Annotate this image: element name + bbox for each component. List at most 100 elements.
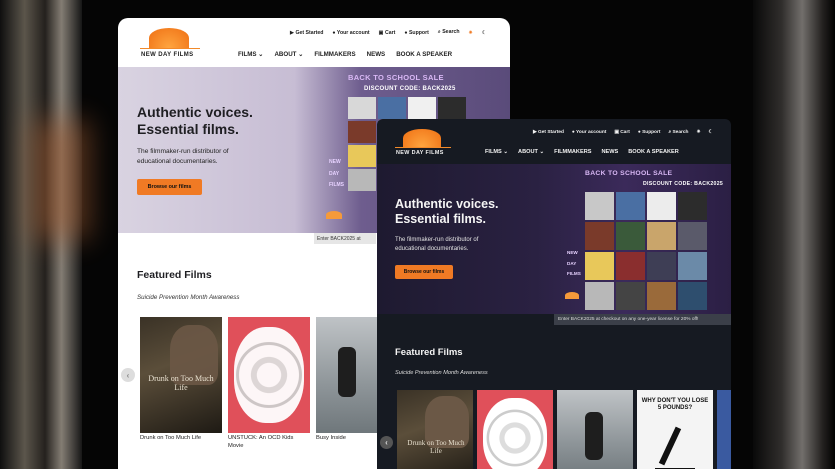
nav-filmmakers[interactable]: FILMMAKERS (554, 149, 591, 155)
browse-films-button[interactable]: Browse our films (395, 265, 453, 279)
logo-sun-icon (403, 129, 441, 147)
sale-poster (585, 252, 614, 280)
search-link[interactable]: ⌕ Search (668, 129, 688, 135)
logo-horizon (395, 147, 451, 148)
account-link[interactable]: ● Your account (572, 130, 606, 135)
search-label: Search (442, 29, 460, 35)
nav-about[interactable]: ABOUT ⌄ (518, 149, 544, 155)
account-link[interactable]: ● Your account (332, 30, 369, 36)
nav-about-label: ABOUT (518, 149, 538, 155)
nav-book-speaker[interactable]: BOOK A SPEAKER (396, 51, 452, 58)
film-title: Drunk on Too Much Life (140, 435, 202, 441)
sale-poster (585, 222, 614, 250)
featured-title: Featured Films (137, 269, 212, 281)
film-card[interactable]: Busy Inside (316, 317, 378, 447)
logo-sun-icon (149, 28, 189, 48)
sale-code: DISCOUNT CODE: BACK2025 (643, 181, 724, 187)
promo-strip: Enter BACK2025 at (314, 233, 376, 244)
cart-label: Cart (620, 129, 630, 135)
nav-films[interactable]: FILMS ⌄ (238, 51, 263, 58)
sale-poster (438, 97, 466, 119)
nav-filmmakers[interactable]: FILMMAKERS (314, 51, 355, 58)
logo-horizon (140, 48, 200, 49)
browse-films-button[interactable]: Browse our films (137, 179, 202, 195)
cart-link[interactable]: ▣ Cart (614, 130, 629, 135)
nav-about[interactable]: ABOUT ⌄ (274, 51, 303, 58)
film-card[interactable]: WHY DON'T YOU LOSE 5 POUNDS? (637, 390, 713, 469)
sale-title: BACK TO SCHOOL SALE (348, 73, 444, 82)
sun-icon[interactable]: ✷ (696, 130, 700, 135)
nav-films[interactable]: FILMS ⌄ (485, 149, 508, 155)
poster-title: Drunk on Too Much Life (407, 439, 465, 455)
sale-poster (647, 252, 676, 280)
film-card[interactable]: UNSTUCK: An OCD Kids Movie (228, 317, 310, 457)
hero-subtitle: The filmmaker-run distributor of educati… (395, 236, 478, 254)
hero-headline: Authentic voices. Essential films. (137, 104, 253, 137)
poster-figure (658, 426, 682, 466)
film-card[interactable]: Drunk on Too Much Life (397, 390, 473, 469)
mini-sun-icon (565, 292, 579, 299)
nav-book-speaker[interactable]: BOOK A SPEAKER (628, 149, 679, 155)
film-card[interactable] (557, 390, 633, 469)
film-card[interactable] (477, 390, 553, 469)
moon-icon[interactable]: ☾ (482, 30, 487, 36)
sale-poster (348, 145, 376, 167)
poster-figure (585, 412, 603, 460)
hero-headline: Authentic voices. Essential films. (395, 197, 499, 227)
headline-line-1: Authentic voices. (137, 104, 253, 120)
film-card-partial[interactable] (717, 390, 731, 469)
moon-icon[interactable]: ☾ (709, 130, 713, 135)
side-word-1: NEW (329, 159, 341, 165)
sale-poster-grid (585, 192, 707, 310)
sale-poster (678, 222, 707, 250)
film-poster: WHY DON'T YOU LOSE 5 POUNDS? (637, 390, 713, 469)
logo-dark[interactable]: NEW DAY FILMS (395, 129, 451, 157)
sale-poster (616, 192, 645, 220)
logo[interactable]: NEW DAY FILMS (140, 28, 200, 60)
main-nav-dark: FILMS ⌄ ABOUT ⌄ FILMMAKERS NEWS BOOK A S… (485, 149, 679, 155)
search-label: Search (672, 130, 689, 135)
poster-clock-art (483, 398, 547, 469)
nav-news[interactable]: NEWS (601, 149, 618, 155)
nav-news[interactable]: NEWS (367, 51, 386, 58)
account-label: Your account (576, 129, 607, 135)
cart-link[interactable]: ▣ Cart (379, 30, 396, 36)
sale-poster (678, 252, 707, 280)
main-nav: FILMS ⌄ ABOUT ⌄ FILMMAKERS NEWS BOOK A S… (238, 51, 452, 58)
headline-line-1: Authentic voices. (395, 197, 499, 211)
hero-banner-dark: Authentic voices. Essential films. The f… (377, 164, 731, 314)
cart-label: Cart (385, 29, 396, 36)
side-words: NEW DAY FILMS (567, 248, 581, 280)
featured-subtitle: Suicide Prevention Month Awareness (395, 370, 488, 376)
sale-poster (348, 121, 376, 143)
get-started-link[interactable]: ▶ Get Started (533, 130, 564, 135)
get-started-link[interactable]: ▶ Get Started (290, 30, 323, 36)
support-label: Support (642, 129, 661, 135)
film-poster (316, 317, 378, 433)
sale-poster (378, 97, 406, 119)
sale-code: DISCOUNT CODE: BACK2025 (364, 86, 456, 92)
poster-title: WHY DON'T YOU LOSE 5 POUNDS? (641, 398, 709, 411)
carousel-prev-button[interactable]: ‹ (121, 368, 135, 382)
film-poster (557, 390, 633, 469)
carousel-prev-button[interactable]: ‹ (380, 436, 393, 449)
sale-poster (678, 282, 707, 310)
support-link[interactable]: ● Support (638, 130, 661, 135)
support-link[interactable]: ● Support (404, 30, 428, 36)
promo-strip-dark: Enter BACK2025 at checkout on any one-ye… (554, 314, 731, 325)
featured-subtitle: Suicide Prevention Month Awareness (137, 294, 240, 301)
poster-title: Drunk on Too Much Life (148, 374, 214, 392)
side-word-2: DAY (567, 260, 577, 266)
film-poster: Drunk on Too Much Life (140, 317, 222, 433)
blurred-background-left (0, 0, 90, 469)
sale-poster (408, 97, 436, 119)
side-word-3: FILMS (329, 182, 344, 188)
sun-icon[interactable]: ✷ (469, 30, 473, 36)
headline-line-2: Essential films. (395, 211, 487, 226)
sale-poster (647, 192, 676, 220)
search-link[interactable]: ⌕ Search (438, 29, 460, 36)
logo-text: NEW DAY FILMS (141, 52, 194, 58)
film-card[interactable]: Drunk on Too Much Life Drunk on Too Much… (140, 317, 222, 447)
get-started-label: Get Started (538, 129, 564, 135)
film-poster (477, 390, 553, 469)
